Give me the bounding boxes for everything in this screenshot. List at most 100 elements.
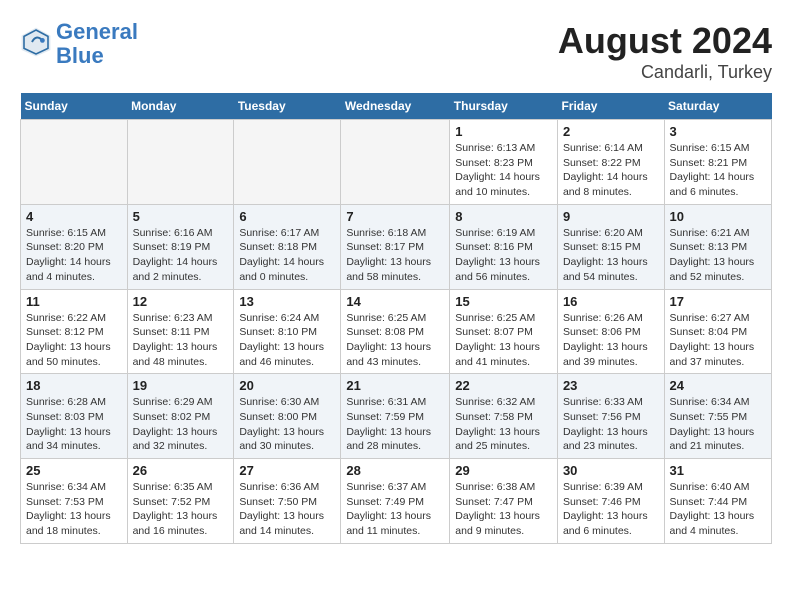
title-block: August 2024 Candarli, Turkey [558, 20, 772, 83]
day-info: Sunrise: 6:30 AM Sunset: 8:00 PM Dayligh… [239, 395, 335, 454]
day-cell: 30Sunrise: 6:39 AM Sunset: 7:46 PM Dayli… [557, 459, 664, 544]
day-number: 20 [239, 378, 335, 393]
day-number: 4 [26, 209, 122, 224]
day-info: Sunrise: 6:34 AM Sunset: 7:55 PM Dayligh… [670, 395, 766, 454]
day-info: Sunrise: 6:31 AM Sunset: 7:59 PM Dayligh… [346, 395, 444, 454]
day-cell: 4 Sunrise: 6:15 AM Sunset: 8:20 PM Daylig… [21, 204, 128, 289]
day-info: Sunrise: 6:28 AM Sunset: 8:03 PM Dayligh… [26, 395, 122, 454]
day-number: 16 [563, 294, 659, 309]
day-info: Sunrise: 6:25 AM Sunset: 8:08 PM Dayligh… [346, 311, 444, 370]
calendar-table: SundayMondayTuesdayWednesdayThursdayFrid… [20, 93, 772, 544]
day-cell: 12Sunrise: 6:23 AM Sunset: 8:11 PM Dayli… [127, 289, 234, 374]
day-cell: 31 Sunrise: 6:40 AM Sunset: 7:44 PM Dayli… [664, 459, 771, 544]
logo-text: General Blue [56, 20, 138, 68]
day-info: Sunrise: 6:29 AM Sunset: 8:02 PM Dayligh… [133, 395, 229, 454]
day-cell: 13 Sunrise: 6:24 AM Sunset: 8:10 PM Dayli… [234, 289, 341, 374]
calendar-week-row: 11Sunrise: 6:22 AM Sunset: 8:12 PM Dayli… [21, 289, 772, 374]
day-cell: 7 Sunrise: 6:18 AM Sunset: 8:17 PM Daylig… [341, 204, 450, 289]
empty-cell [127, 120, 234, 205]
day-info: Sunrise: 6:21 AM Sunset: 8:13 PM Dayligh… [670, 226, 766, 285]
day-number: 26 [133, 463, 229, 478]
day-info: Sunrise: 6:25 AM Sunset: 8:07 PM Dayligh… [455, 311, 552, 370]
calendar-week-row: 18 Sunrise: 6:28 AM Sunset: 8:03 PM Dayli… [21, 374, 772, 459]
day-info: Sunrise: 6:16 AM Sunset: 8:19 PM Dayligh… [133, 226, 229, 285]
day-number: 3 [670, 124, 766, 139]
day-number: 27 [239, 463, 335, 478]
day-number: 12 [133, 294, 229, 309]
empty-cell [341, 120, 450, 205]
day-cell: 8Sunrise: 6:19 AM Sunset: 8:16 PM Daylig… [450, 204, 558, 289]
day-number: 23 [563, 378, 659, 393]
day-number: 1 [455, 124, 552, 139]
day-cell: 9Sunrise: 6:20 AM Sunset: 8:15 PM Daylig… [557, 204, 664, 289]
day-cell: 20 Sunrise: 6:30 AM Sunset: 8:00 PM Dayli… [234, 374, 341, 459]
day-number: 19 [133, 378, 229, 393]
day-cell: 19 Sunrise: 6:29 AM Sunset: 8:02 PM Dayli… [127, 374, 234, 459]
weekday-header-wednesday: Wednesday [341, 93, 450, 120]
day-number: 13 [239, 294, 335, 309]
day-info: Sunrise: 6:19 AM Sunset: 8:16 PM Dayligh… [455, 226, 552, 285]
empty-cell [21, 120, 128, 205]
day-cell: 3 Sunrise: 6:15 AM Sunset: 8:21 PM Daylig… [664, 120, 771, 205]
page-header: General Blue August 2024 Candarli, Turke… [20, 20, 772, 83]
day-info: Sunrise: 6:34 AM Sunset: 7:53 PM Dayligh… [26, 480, 122, 539]
day-info: Sunrise: 6:26 AM Sunset: 8:06 PM Dayligh… [563, 311, 659, 370]
day-number: 17 [670, 294, 766, 309]
day-info: Sunrise: 6:40 AM Sunset: 7:44 PM Dayligh… [670, 480, 766, 539]
day-number: 2 [563, 124, 659, 139]
day-cell: 11Sunrise: 6:22 AM Sunset: 8:12 PM Dayli… [21, 289, 128, 374]
day-info: Sunrise: 6:18 AM Sunset: 8:17 PM Dayligh… [346, 226, 444, 285]
weekday-header-sunday: Sunday [21, 93, 128, 120]
day-cell: 10 Sunrise: 6:21 AM Sunset: 8:13 PM Dayli… [664, 204, 771, 289]
day-cell: 27Sunrise: 6:36 AM Sunset: 7:50 PM Dayli… [234, 459, 341, 544]
location-subtitle: Candarli, Turkey [558, 62, 772, 83]
day-number: 22 [455, 378, 552, 393]
weekday-header-monday: Monday [127, 93, 234, 120]
day-info: Sunrise: 6:17 AM Sunset: 8:18 PM Dayligh… [239, 226, 335, 285]
weekday-header-saturday: Saturday [664, 93, 771, 120]
day-cell: 18 Sunrise: 6:28 AM Sunset: 8:03 PM Dayli… [21, 374, 128, 459]
weekday-header-friday: Friday [557, 93, 664, 120]
day-info: Sunrise: 6:20 AM Sunset: 8:15 PM Dayligh… [563, 226, 659, 285]
day-cell: 26 Sunrise: 6:35 AM Sunset: 7:52 PM Dayli… [127, 459, 234, 544]
calendar-week-row: 25 Sunrise: 6:34 AM Sunset: 7:53 PM Dayli… [21, 459, 772, 544]
day-number: 15 [455, 294, 552, 309]
day-info: Sunrise: 6:33 AM Sunset: 7:56 PM Dayligh… [563, 395, 659, 454]
weekday-header-tuesday: Tuesday [234, 93, 341, 120]
day-info: Sunrise: 6:15 AM Sunset: 8:20 PM Dayligh… [26, 226, 122, 285]
day-info: Sunrise: 6:15 AM Sunset: 8:21 PM Dayligh… [670, 141, 766, 200]
day-cell: 17 Sunrise: 6:27 AM Sunset: 8:04 PM Dayli… [664, 289, 771, 374]
day-cell: 16 Sunrise: 6:26 AM Sunset: 8:06 PM Dayli… [557, 289, 664, 374]
day-cell: 1Sunrise: 6:13 AM Sunset: 8:23 PM Daylig… [450, 120, 558, 205]
day-number: 18 [26, 378, 122, 393]
day-info: Sunrise: 6:35 AM Sunset: 7:52 PM Dayligh… [133, 480, 229, 539]
day-number: 11 [26, 294, 122, 309]
day-cell: 15 Sunrise: 6:25 AM Sunset: 8:07 PM Dayli… [450, 289, 558, 374]
day-cell: 5 Sunrise: 6:16 AM Sunset: 8:19 PM Daylig… [127, 204, 234, 289]
day-info: Sunrise: 6:39 AM Sunset: 7:46 PM Dayligh… [563, 480, 659, 539]
day-number: 21 [346, 378, 444, 393]
day-cell: 2Sunrise: 6:14 AM Sunset: 8:22 PM Daylig… [557, 120, 664, 205]
day-number: 5 [133, 209, 229, 224]
day-info: Sunrise: 6:38 AM Sunset: 7:47 PM Dayligh… [455, 480, 552, 539]
logo: General Blue [20, 20, 138, 68]
logo-icon [20, 26, 52, 58]
day-info: Sunrise: 6:37 AM Sunset: 7:49 PM Dayligh… [346, 480, 444, 539]
weekday-header-thursday: Thursday [450, 93, 558, 120]
day-number: 10 [670, 209, 766, 224]
day-info: Sunrise: 6:24 AM Sunset: 8:10 PM Dayligh… [239, 311, 335, 370]
month-title: August 2024 [558, 20, 772, 62]
day-number: 7 [346, 209, 444, 224]
day-number: 14 [346, 294, 444, 309]
day-number: 28 [346, 463, 444, 478]
empty-cell [234, 120, 341, 205]
day-number: 24 [670, 378, 766, 393]
day-number: 31 [670, 463, 766, 478]
day-number: 29 [455, 463, 552, 478]
day-cell: 28 Sunrise: 6:37 AM Sunset: 7:49 PM Dayli… [341, 459, 450, 544]
day-cell: 6Sunrise: 6:17 AM Sunset: 8:18 PM Daylig… [234, 204, 341, 289]
day-cell: 24 Sunrise: 6:34 AM Sunset: 7:55 PM Dayli… [664, 374, 771, 459]
day-cell: 25 Sunrise: 6:34 AM Sunset: 7:53 PM Dayli… [21, 459, 128, 544]
day-number: 25 [26, 463, 122, 478]
day-info: Sunrise: 6:27 AM Sunset: 8:04 PM Dayligh… [670, 311, 766, 370]
